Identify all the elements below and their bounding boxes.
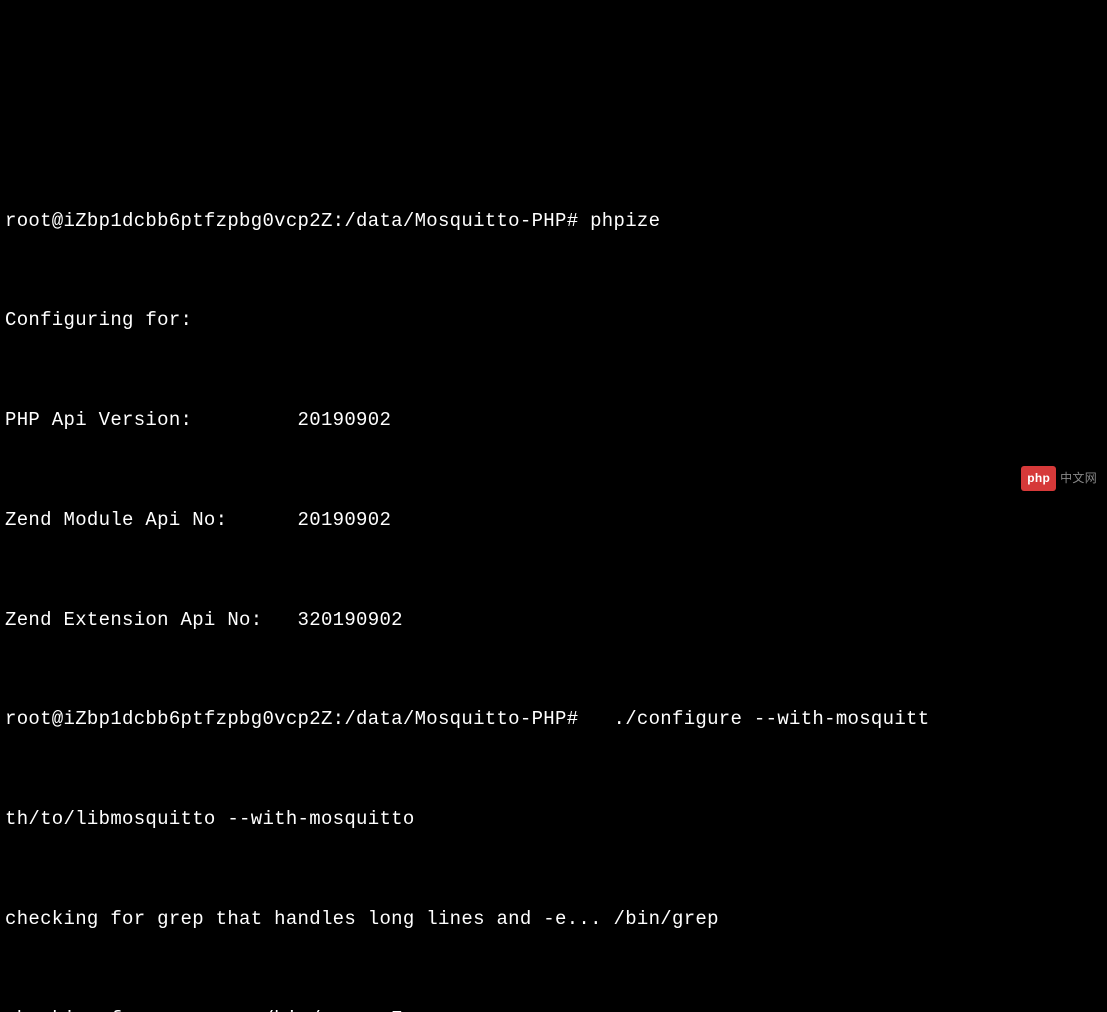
- watermark-text: 中文网: [1060, 468, 1097, 489]
- terminal-line: Zend Extension Api No: 320190902: [5, 604, 1102, 637]
- terminal-line: Configuring for:: [5, 304, 1102, 337]
- terminal-line: checking for grep that handles long line…: [5, 903, 1102, 936]
- terminal-line: Zend Module Api No: 20190902: [5, 504, 1102, 537]
- terminal-output: root@iZbp1dcbb6ptfzpbg0vcp2Z:/data/Mosqu…: [5, 138, 1102, 1012]
- terminal-line: PHP Api Version: 20190902: [5, 404, 1102, 437]
- terminal-line: root@iZbp1dcbb6ptfzpbg0vcp2Z:/data/Mosqu…: [5, 205, 1102, 238]
- terminal-line: th/to/libmosquitto --with-mosquitto: [5, 803, 1102, 836]
- terminal-line: checking for egrep... /bin/grep -E: [5, 1003, 1102, 1012]
- terminal-line: root@iZbp1dcbb6ptfzpbg0vcp2Z:/data/Mosqu…: [5, 703, 1102, 736]
- watermark-badge: php: [1021, 466, 1056, 491]
- watermark: php 中文网: [1021, 466, 1097, 491]
